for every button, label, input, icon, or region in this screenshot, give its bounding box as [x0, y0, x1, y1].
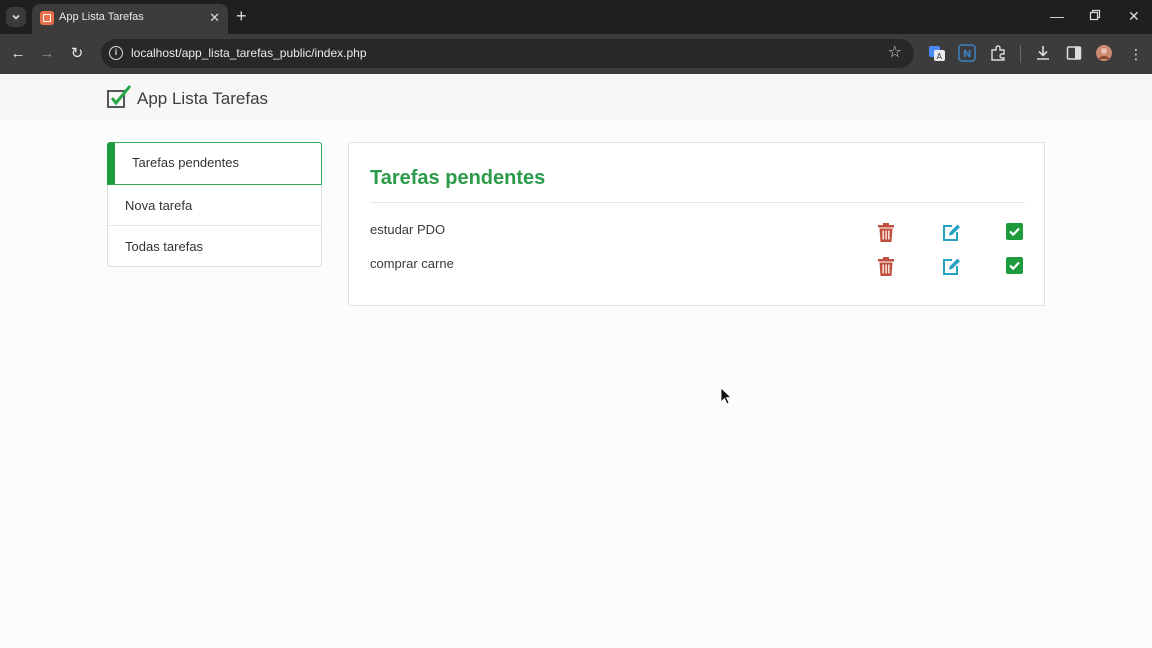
browser-tab-strip: App Lista Tarefas ✕ + — ✕: [0, 0, 1152, 34]
menu-item-label: Todas tarefas: [125, 239, 204, 254]
menu-item-tarefas-pendentes[interactable]: Tarefas pendentes: [107, 142, 322, 185]
edit-task-button[interactable]: [941, 223, 961, 243]
delete-task-button[interactable]: [877, 223, 897, 243]
site-info-icon[interactable]: i: [109, 46, 123, 60]
profile-avatar-icon[interactable]: [1095, 44, 1113, 62]
complete-task-button[interactable]: [1006, 257, 1026, 277]
task-text: comprar carne: [370, 256, 454, 271]
translate-extension-icon[interactable]: A: [928, 44, 946, 62]
puzzle-extensions-icon[interactable]: [989, 44, 1007, 62]
divider: [370, 202, 1025, 203]
trash-icon: [878, 257, 894, 276]
edit-task-button[interactable]: [941, 257, 961, 277]
side-menu: Tarefas pendentes Nova tarefa Todas tare…: [107, 142, 322, 267]
edit-icon: [943, 258, 960, 275]
close-window-icon[interactable]: ✕: [1128, 7, 1140, 25]
browser-tab[interactable]: App Lista Tarefas ✕: [32, 4, 228, 34]
bookmark-star-icon[interactable]: ☆: [888, 43, 902, 63]
mouse-cursor-icon: [720, 387, 732, 405]
minimize-icon[interactable]: —: [1050, 7, 1064, 25]
page-content: App Lista Tarefas Tarefas pendentes Nova…: [0, 74, 1152, 648]
new-tab-icon[interactable]: +: [236, 6, 247, 26]
menu-item-label: Nova tarefa: [125, 198, 193, 213]
panel-title: Tarefas pendentes: [370, 167, 546, 189]
forward-icon[interactable]: →: [37, 44, 57, 64]
menu-item-nova-tarefa[interactable]: Nova tarefa: [108, 185, 321, 226]
edit-icon: [943, 224, 960, 241]
brand-title[interactable]: App Lista Tarefas: [137, 89, 268, 109]
tab-title: App Lista Tarefas: [59, 11, 144, 23]
delete-task-button[interactable]: [877, 257, 897, 277]
check-square-icon: [1006, 223, 1023, 240]
task-text: estudar PDO: [370, 222, 446, 237]
checklist-logo-icon: [107, 85, 132, 108]
tab-search-button[interactable]: [6, 7, 26, 27]
browser-toolbar: ← → ↻ i localhost/app_lista_tarefas_publ…: [0, 34, 1152, 74]
favicon-icon: [40, 11, 54, 25]
download-icon[interactable]: [1034, 44, 1052, 62]
svg-text:N: N: [963, 49, 971, 60]
check-square-icon: [1006, 257, 1023, 274]
trash-icon: [878, 223, 894, 242]
n-extension-icon[interactable]: N: [958, 44, 976, 62]
app-navbar: App Lista Tarefas: [0, 74, 1152, 121]
toolbar-separator: [1020, 45, 1021, 63]
svg-text:A: A: [937, 52, 943, 61]
menu-item-label: Tarefas pendentes: [132, 155, 239, 170]
task-row: comprar carne: [370, 253, 1025, 279]
chevron-down-icon: [12, 14, 20, 20]
menu-dots-icon[interactable]: ⋮: [1126, 44, 1146, 64]
url-text[interactable]: localhost/app_lista_tarefas_public/index…: [131, 46, 367, 60]
side-panel-icon[interactable]: [1065, 44, 1083, 62]
restore-icon[interactable]: [1089, 7, 1101, 25]
tasks-panel: Tarefas pendentes estudar PDO comprar ca…: [348, 142, 1045, 306]
complete-task-button[interactable]: [1006, 223, 1026, 243]
menu-item-todas-tarefas[interactable]: Todas tarefas: [108, 226, 321, 267]
reload-icon[interactable]: ↻: [67, 44, 87, 64]
task-row: estudar PDO: [370, 219, 1025, 245]
back-icon[interactable]: ←: [8, 44, 28, 64]
close-tab-icon[interactable]: ✕: [209, 10, 220, 26]
address-bar[interactable]: i localhost/app_lista_tarefas_public/ind…: [101, 39, 914, 68]
